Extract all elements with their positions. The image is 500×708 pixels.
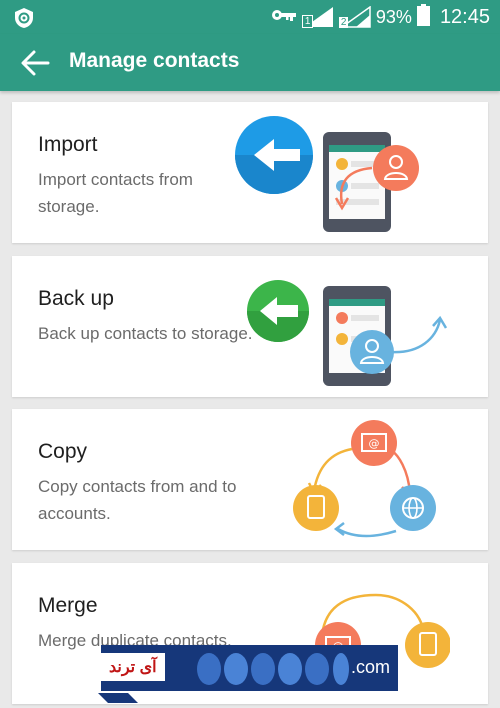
watermark-logo-icon (191, 651, 351, 692)
copy-illustration: @ (230, 419, 450, 548)
import-card[interactable]: Import Import contacts from storage. (12, 102, 488, 243)
watermark-banner: آی ترند .com (101, 645, 398, 691)
import-illustration (230, 112, 450, 241)
app-bar: Manage contacts (0, 34, 500, 91)
status-bar: 1 2 93% 12:45 (0, 0, 500, 34)
sim1-label: 1 (301, 15, 314, 28)
watermark-text: .com (350, 657, 390, 677)
watermark-corner-shape (98, 690, 138, 708)
copy-description: Copy contacts from and to accounts. (38, 477, 237, 523)
page-title: Manage contacts (69, 49, 240, 72)
sim2-label: 2 (338, 17, 349, 28)
key-icon (271, 8, 297, 27)
signal-sim2-icon: 2 (338, 5, 371, 28)
copy-card[interactable]: Copy Copy contacts from and to accounts.… (12, 409, 488, 550)
backup-title: Back up (38, 287, 114, 310)
arrow-left-icon[interactable] (20, 49, 50, 77)
svg-text:@: @ (369, 437, 380, 450)
import-description: Import contacts from storage. (38, 170, 193, 216)
app-shield-icon (13, 7, 35, 34)
clock-time: 12:45 (439, 5, 490, 28)
battery-icon (416, 3, 430, 31)
copy-title: Copy (38, 440, 88, 463)
signal-sim1-icon: 1 (301, 6, 334, 28)
backup-description: Back up contacts to storage. (38, 324, 253, 343)
battery-percent: 93% (375, 6, 412, 27)
backup-card[interactable]: Back up Back up contacts to storage. (12, 256, 488, 397)
merge-title: Merge (38, 594, 98, 617)
import-title: Import (38, 133, 98, 156)
backup-illustration (230, 266, 450, 395)
watermark-fa-text: آی ترند (101, 653, 165, 681)
